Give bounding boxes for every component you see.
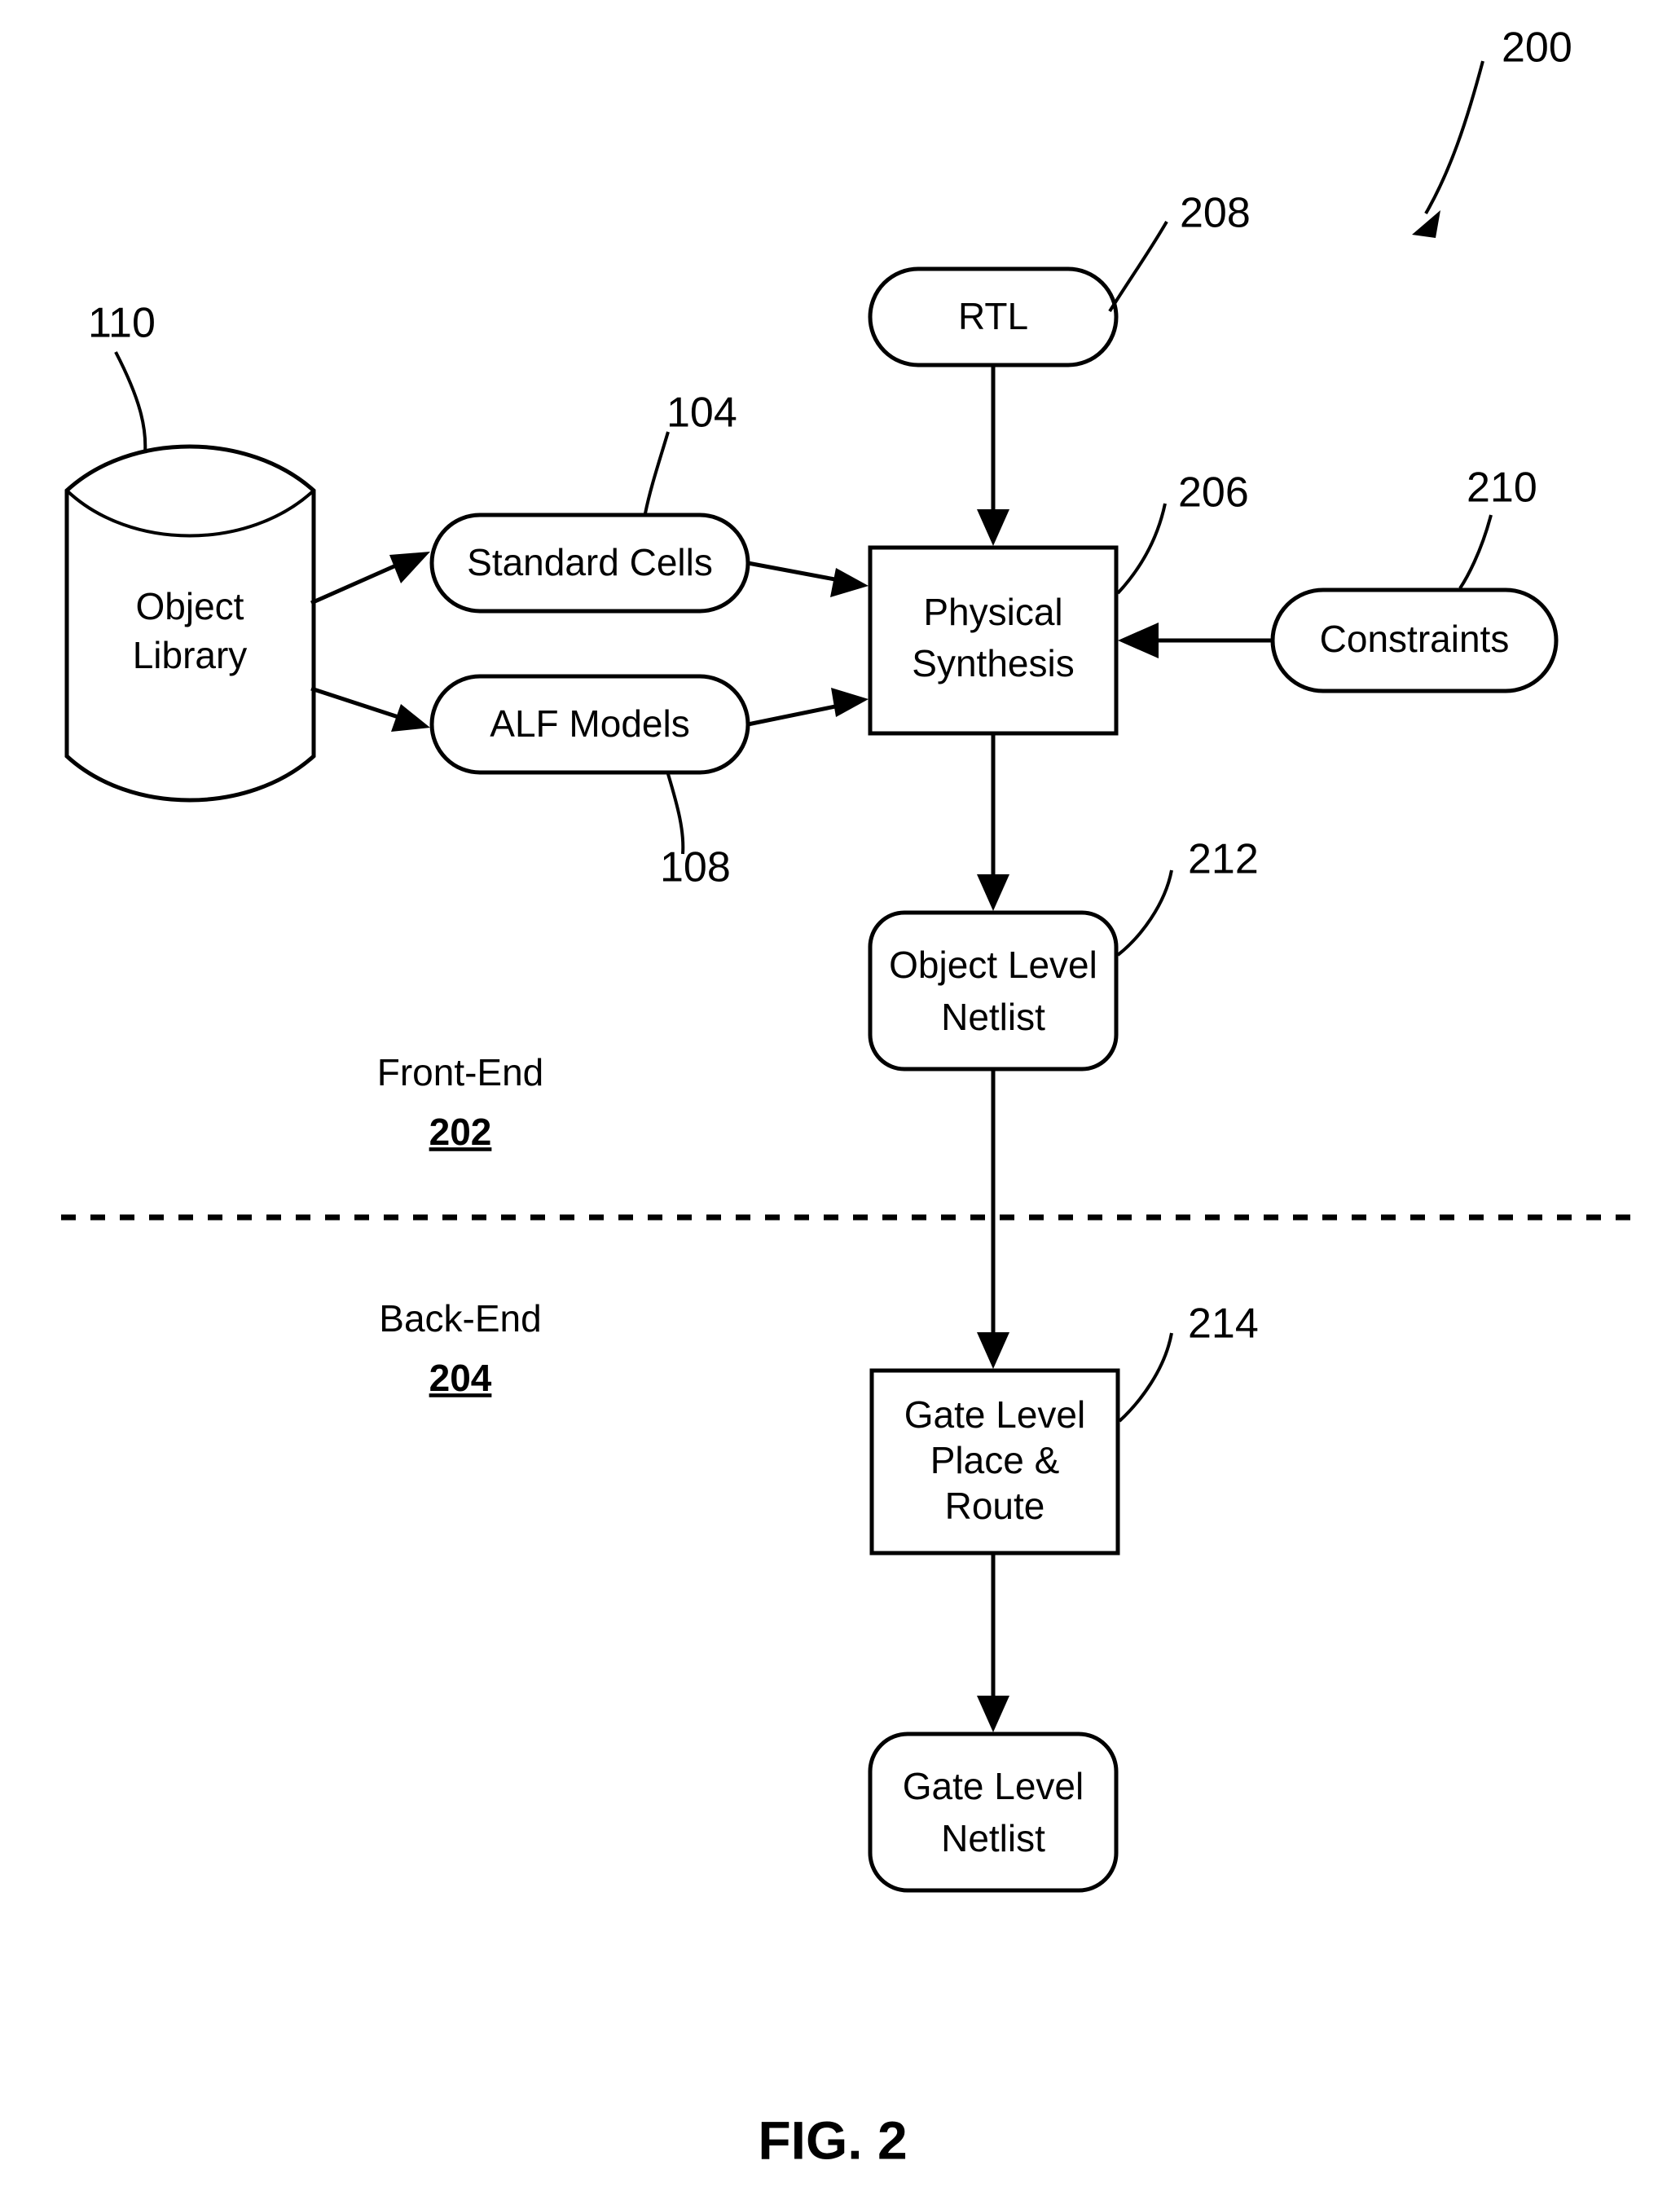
edge-arrowhead bbox=[389, 552, 430, 583]
stage-front-end: Front-End 202 bbox=[377, 1051, 544, 1153]
edge-arrowhead bbox=[391, 704, 430, 732]
edge-arrowhead bbox=[831, 688, 869, 717]
node-rtl[interactable]: RTL bbox=[868, 266, 1119, 367]
edge-standard-cells-to-physical-synthesis bbox=[747, 561, 869, 597]
physical-synthesis-label-line2: Synthesis bbox=[912, 642, 1074, 684]
edge-line bbox=[310, 686, 404, 721]
standard-cells-label: Standard Cells bbox=[467, 541, 713, 583]
ref-numeral-214: 214 bbox=[1188, 1300, 1259, 1348]
ref-210-leader-line bbox=[1458, 514, 1493, 590]
node-constraints[interactable]: Constraints bbox=[1270, 587, 1559, 693]
edge-arrowhead bbox=[977, 509, 1009, 546]
edge-arrowhead bbox=[830, 568, 869, 597]
flow-diagram-canvas: 200 Object Object Library 110 Standard C… bbox=[61, 24, 1638, 2170]
node-gate-level-place-route[interactable]: Gate Level Place & Route bbox=[869, 1368, 1120, 1556]
object-level-netlist-box bbox=[868, 910, 1119, 1071]
overall-leader-line bbox=[1424, 60, 1484, 214]
back-end-label: Back-End bbox=[379, 1297, 541, 1340]
figure-caption: FIG. 2 bbox=[758, 2110, 907, 2170]
edge-arrowhead bbox=[1118, 623, 1159, 658]
ref-206-leader-line bbox=[1116, 503, 1167, 595]
gate-level-netlist-label-line1: Gate Level bbox=[903, 1765, 1084, 1807]
alf-models-label: ALF Models bbox=[490, 702, 689, 745]
ref-numeral-206: 206 bbox=[1178, 469, 1249, 517]
ref-108-leader-line bbox=[666, 773, 685, 855]
node-gate-level-netlist[interactable]: Gate Level Netlist bbox=[868, 1732, 1119, 1893]
physical-synthesis-label-line1: Physical bbox=[923, 591, 1062, 633]
ref-numeral-212: 212 bbox=[1188, 836, 1259, 883]
ref-numeral-208: 208 bbox=[1180, 190, 1251, 237]
overall-reference-callout: 200 bbox=[1412, 24, 1572, 238]
ref-104-leader-line bbox=[644, 431, 670, 514]
ref-numeral-200: 200 bbox=[1502, 24, 1572, 72]
physical-synthesis-box bbox=[868, 545, 1119, 736]
node-physical-synthesis[interactable]: Physical Synthesis bbox=[868, 545, 1119, 736]
edge-rtl-to-physical-synthesis bbox=[977, 365, 1009, 546]
edge-arrowhead bbox=[977, 874, 1009, 911]
edge-arrowhead bbox=[977, 1696, 1009, 1732]
rtl-label: RTL bbox=[958, 295, 1028, 337]
edge-line bbox=[310, 560, 405, 605]
constraints-label: Constraints bbox=[1320, 618, 1510, 660]
node-object-level-netlist[interactable]: Object Level Netlist bbox=[868, 910, 1119, 1071]
gate-level-place-route-label-line1: Gate Level bbox=[904, 1393, 1085, 1436]
ref-numeral-104: 104 bbox=[666, 389, 737, 437]
edge-object-library-to-standard-cells bbox=[310, 552, 430, 605]
object-level-netlist-label-line1: Object Level bbox=[889, 944, 1097, 986]
gate-level-place-route-label-line3: Route bbox=[945, 1485, 1045, 1527]
node-alf-models[interactable]: ALF Models bbox=[429, 674, 750, 775]
ref-214-leader-line bbox=[1118, 1332, 1173, 1423]
edge-object-library-to-alf-models bbox=[310, 686, 430, 732]
ref-numeral-110: 110 bbox=[88, 300, 156, 347]
ref-callout-110: 110 bbox=[88, 300, 156, 454]
ref-callout-104: 104 bbox=[644, 389, 737, 514]
gate-level-netlist-label-line2: Netlist bbox=[941, 1817, 1045, 1859]
edge-line bbox=[747, 703, 840, 727]
ref-110-leader-line bbox=[114, 351, 147, 454]
ref-callout-210: 210 bbox=[1458, 464, 1537, 590]
ref-callout-108: 108 bbox=[660, 773, 731, 891]
ref-callout-214: 214 bbox=[1118, 1300, 1259, 1423]
overall-leader-arrowhead bbox=[1412, 210, 1440, 238]
ref-callout-208: 208 bbox=[1108, 190, 1251, 313]
object-level-netlist-label-line2: Netlist bbox=[941, 996, 1045, 1038]
edge-alf-models-to-physical-synthesis bbox=[747, 688, 869, 727]
gate-level-netlist-box bbox=[868, 1732, 1119, 1893]
gate-level-place-route-label-line2: Place & bbox=[930, 1439, 1060, 1481]
ref-callout-212: 212 bbox=[1116, 836, 1259, 957]
edge-arrowhead bbox=[977, 1332, 1009, 1369]
object-library-label-line-1: Object bbox=[136, 585, 244, 627]
ref-212-leader-line bbox=[1116, 869, 1173, 957]
ref-numeral-210: 210 bbox=[1467, 464, 1537, 512]
node-object-library[interactable]: Object Object Library bbox=[64, 444, 316, 803]
stage-back-end: Back-End 204 bbox=[379, 1297, 541, 1399]
object-library-label-line-2: Library bbox=[133, 634, 248, 676]
back-end-reference: 204 bbox=[429, 1357, 492, 1399]
edge-physical-synthesis-to-object-level-netlist bbox=[977, 733, 1009, 911]
patent-figure: 200 Object Object Library 110 Standard C… bbox=[0, 0, 1680, 2209]
ref-callout-206: 206 bbox=[1116, 469, 1249, 595]
edge-gate-level-place-route-to-gate-level-netlist bbox=[977, 1553, 1009, 1732]
ref-208-leader-line bbox=[1108, 220, 1168, 313]
front-end-label: Front-End bbox=[377, 1051, 544, 1093]
front-end-reference: 202 bbox=[429, 1111, 492, 1153]
node-standard-cells[interactable]: Standard Cells bbox=[429, 513, 750, 614]
edge-constraints-to-physical-synthesis bbox=[1118, 623, 1271, 658]
ref-numeral-108: 108 bbox=[660, 844, 731, 891]
edge-line bbox=[747, 561, 840, 583]
